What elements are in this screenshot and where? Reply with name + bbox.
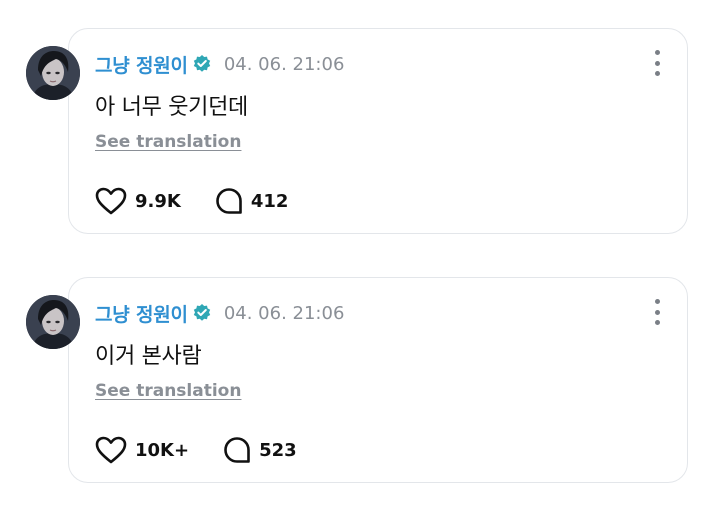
heart-icon — [95, 187, 127, 215]
post-card[interactable]: 그냥 정원이 04. 06. 21:06 아 너무 웃기던데 See trans… — [68, 28, 688, 234]
post-actions: 10K+ 523 — [95, 435, 331, 465]
post-header: 그냥 정원이 04. 06. 21:06 — [95, 300, 344, 326]
verified-badge-icon — [192, 303, 212, 323]
avatar[interactable] — [26, 46, 80, 100]
comment-bubble-icon — [224, 437, 250, 463]
comment-count: 523 — [259, 439, 297, 461]
like-count: 10K+ — [135, 439, 190, 461]
username[interactable]: 그냥 정원이 — [95, 300, 188, 327]
like-count: 9.9K — [135, 190, 181, 212]
post-item: 그냥 정원이 04. 06. 21:06 이거 본사람 See translat… — [0, 273, 719, 493]
avatar[interactable] — [26, 295, 80, 349]
more-options-icon[interactable] — [653, 299, 661, 325]
comment-button[interactable]: 523 — [223, 436, 297, 464]
see-translation-link[interactable]: See translation — [95, 132, 241, 152]
see-translation-link[interactable]: See translation — [95, 381, 241, 401]
heart-icon — [95, 436, 127, 464]
post-text: 이거 본사람 — [95, 344, 202, 369]
comment-count: 412 — [250, 190, 289, 212]
timestamp: 04. 06. 21:06 — [223, 302, 345, 324]
post-item: 그냥 정원이 04. 06. 21:06 아 너무 웃기던데 See trans… — [0, 24, 719, 244]
verified-badge-icon — [192, 54, 212, 74]
post-text: 아 너무 웃기던데 — [95, 95, 248, 120]
comment-bubble-icon — [216, 188, 242, 214]
like-button[interactable]: 9.9K — [95, 187, 181, 215]
more-options-icon[interactable] — [653, 50, 661, 76]
like-button[interactable]: 10K+ — [95, 436, 189, 464]
post-card[interactable]: 그냥 정원이 04. 06. 21:06 이거 본사람 See translat… — [68, 277, 688, 483]
comment-button[interactable]: 412 — [215, 187, 289, 215]
post-header: 그냥 정원이 04. 06. 21:06 — [95, 51, 344, 77]
username[interactable]: 그냥 정원이 — [95, 51, 188, 78]
timestamp: 04. 06. 21:06 — [223, 53, 345, 75]
post-feed: 그냥 정원이 04. 06. 21:06 아 너무 웃기던데 See trans… — [0, 0, 719, 512]
post-actions: 9.9K 412 — [95, 186, 322, 216]
